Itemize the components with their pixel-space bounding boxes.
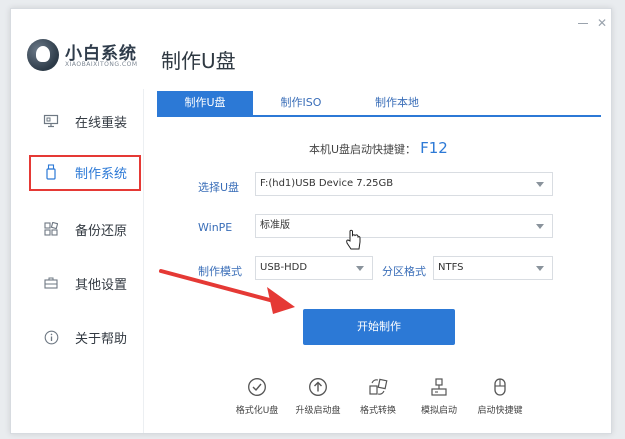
check-circle-icon (247, 377, 267, 397)
tab-bar: 制作U盘 制作ISO 制作本地 (157, 91, 601, 117)
sidebar-item-label: 备份还原 (75, 223, 128, 239)
tool-upgrade-boot-disk[interactable]: 升级启动盘 (288, 377, 348, 425)
chevron-down-icon (536, 266, 544, 271)
sidebar-item-about-help[interactable]: 关于帮助 (11, 317, 143, 357)
app-subtitle: XIAOBAIXITONG.COM (65, 61, 138, 68)
tab-make-iso[interactable]: 制作ISO (253, 91, 349, 115)
upload-circle-icon (308, 377, 328, 397)
close-button[interactable]: ✕ (594, 15, 610, 31)
tool-format-convert[interactable]: 格式转换 (348, 377, 408, 425)
mode-select-value: USB-HDD (260, 262, 308, 273)
boot-shortcut-label: 本机U盘启动快捷键： (309, 143, 417, 156)
grid-restore-icon (43, 221, 59, 237)
monitor-icon (43, 113, 59, 129)
logo-icon (27, 39, 59, 71)
winpe-select-value: 标准版 (260, 220, 290, 231)
winpe-select-label: WinPE (198, 221, 233, 234)
boot-shortcut-line: 本机U盘启动快捷键： F12 (309, 139, 448, 157)
sidebar-item-backup-restore[interactable]: 备份还原 (11, 209, 143, 249)
info-icon (43, 329, 59, 345)
sidebar-item-online-reinstall[interactable]: 在线重装 (11, 101, 143, 141)
minimize-button[interactable] (575, 15, 591, 31)
app-window: ✕ 小白系统 XIAOBAIXITONG.COM 制作U盘 在线重装 制作系统 … (10, 8, 612, 434)
chevron-down-icon (536, 224, 544, 229)
sidebar-item-other-settings[interactable]: 其他设置 (11, 263, 143, 303)
mode-select[interactable]: USB-HDD (255, 256, 373, 280)
sidebar-item-label: 关于帮助 (75, 331, 128, 347)
usb-select-value: F:(hd1)USB Device 7.25GB (260, 178, 394, 189)
convert-icon (368, 377, 388, 397)
tool-label: 格式化U盘 (235, 406, 279, 416)
start-make-button[interactable]: 开始制作 (303, 309, 455, 345)
tool-format-usb[interactable]: 格式化U盘 (227, 377, 287, 425)
mode-select-label: 制作模式 (198, 265, 242, 278)
app-logo: 小白系统 XIAOBAIXITONG.COM (27, 37, 157, 77)
briefcase-icon (43, 275, 59, 291)
tool-boot-shortcut[interactable]: 启动快捷键 (470, 377, 530, 425)
chevron-down-icon (356, 266, 364, 271)
boot-shortcut-key: F12 (420, 139, 448, 157)
partition-select-value: NTFS (438, 262, 464, 273)
tool-label: 启动快捷键 (477, 406, 523, 416)
sidebar-item-label: 在线重装 (75, 115, 128, 131)
mouse-icon (490, 377, 510, 397)
sidebar-divider (143, 89, 144, 433)
page-title: 制作U盘 (161, 49, 236, 73)
winpe-select[interactable]: 标准版 (255, 214, 553, 238)
tool-label: 模拟启动 (420, 406, 457, 416)
usb-select[interactable]: F:(hd1)USB Device 7.25GB (255, 172, 553, 196)
simulate-icon (429, 377, 449, 397)
tool-label: 升级启动盘 (295, 406, 341, 416)
chevron-down-icon (536, 182, 544, 187)
tab-make-usb[interactable]: 制作U盘 (157, 91, 253, 115)
tool-simulate-boot[interactable]: 模拟启动 (409, 377, 469, 425)
sidebar-item-label: 其他设置 (75, 277, 128, 293)
partition-select[interactable]: NTFS (433, 256, 553, 280)
tool-label: 格式转换 (359, 406, 396, 416)
tab-make-local[interactable]: 制作本地 (349, 91, 445, 115)
highlight-annotation (29, 155, 141, 191)
usb-select-label: 选择U盘 (198, 181, 240, 194)
partition-select-label: 分区格式 (382, 265, 426, 278)
